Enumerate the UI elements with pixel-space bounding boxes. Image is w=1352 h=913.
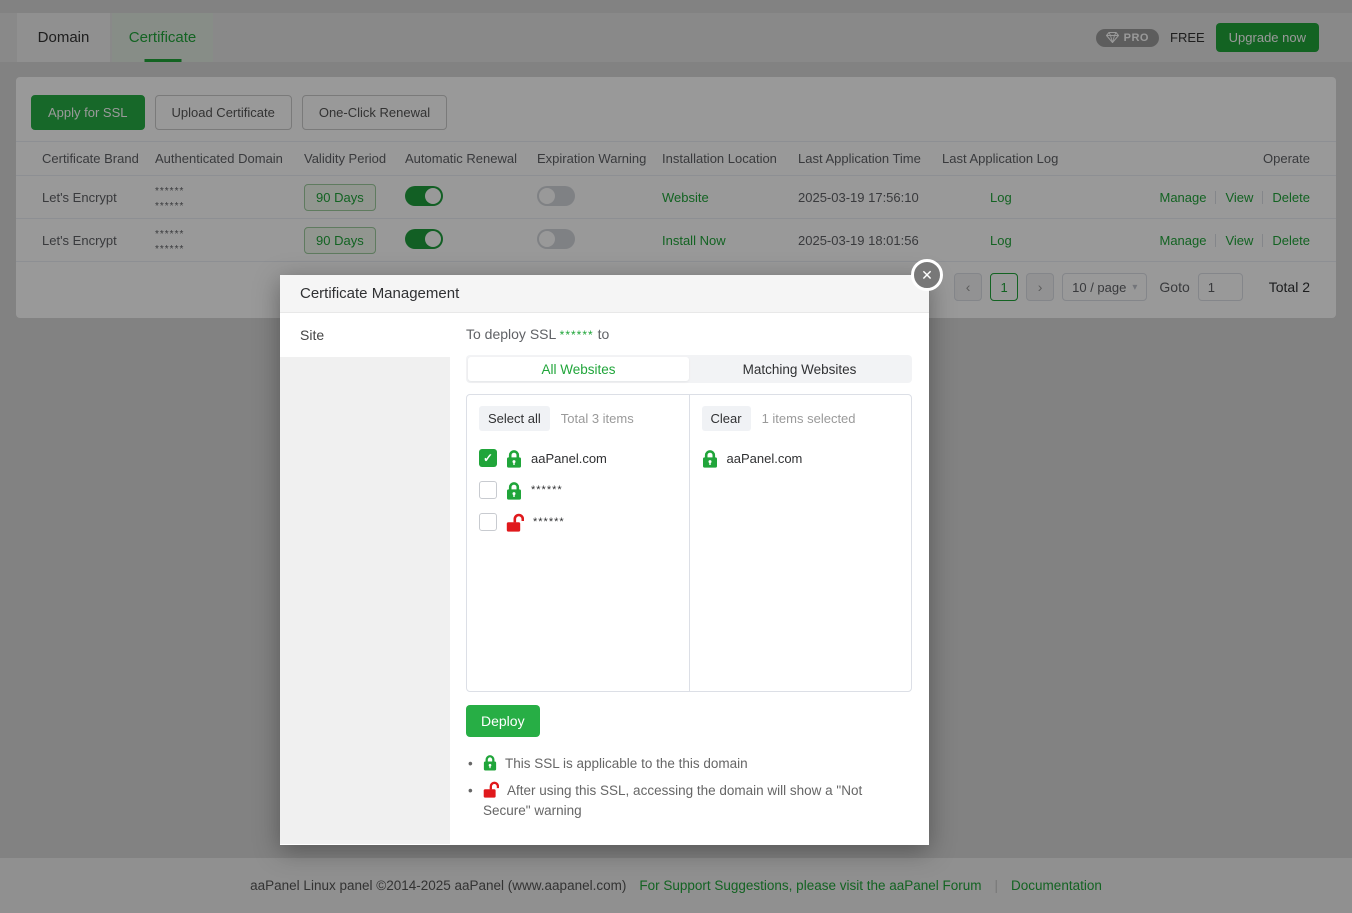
modal-sidebar: Site: [280, 313, 450, 844]
checkbox-checked[interactable]: [479, 449, 497, 467]
website-transfer-list: Select all Total 3 items aaPanel.com: [466, 394, 912, 692]
selected-items: aaPanel.com: [702, 447, 900, 469]
website-label-masked: ******: [531, 484, 563, 496]
deploy-target-line: To deploy SSL ****** to: [466, 326, 912, 342]
modal-body: Site To deploy SSL ****** to All Website…: [280, 313, 929, 844]
select-all-button[interactable]: Select all: [479, 406, 550, 431]
sidebar-item-site[interactable]: Site: [280, 313, 450, 357]
list-item[interactable]: ******: [479, 511, 677, 533]
tab-matching-websites[interactable]: Matching Websites: [689, 357, 910, 381]
modal-title: Certificate Management: [300, 285, 459, 302]
aapanel-app: Domain Certificate PRO FREE Upgrade now …: [0, 0, 1352, 913]
deploy-suffix: to: [598, 326, 610, 342]
available-websites-panel: Select all Total 3 items aaPanel.com: [467, 395, 690, 691]
website-label: aaPanel.com: [727, 451, 803, 466]
list-item[interactable]: ******: [479, 479, 677, 501]
website-filter-tabs: All Websites Matching Websites: [466, 355, 912, 383]
deploy-cert-masked: ******: [560, 328, 594, 342]
total-items-label: Total 3 items: [561, 411, 634, 426]
modal-header: Certificate Management: [280, 275, 929, 313]
tab-matching-websites-label: Matching Websites: [743, 362, 857, 377]
selected-items-label: 1 items selected: [762, 411, 856, 426]
legend-item-not-secure: After using this SSL, accessing the doma…: [466, 781, 903, 821]
lock-closed-icon: [483, 754, 497, 771]
selected-websites-panel: Clear 1 items selected aaPanel.com: [690, 395, 912, 691]
checkbox-unchecked[interactable]: [479, 513, 497, 531]
selected-panel-header: Clear 1 items selected: [702, 406, 900, 431]
legend-item-secure: This SSL is applicable to the this domai…: [466, 754, 903, 774]
website-label: aaPanel.com: [531, 451, 607, 466]
available-items: aaPanel.com ******: [479, 447, 677, 533]
deploy-prefix: To deploy SSL: [466, 326, 556, 342]
list-item[interactable]: aaPanel.com: [479, 447, 677, 469]
lock-closed-icon: [506, 481, 522, 500]
legend-text: After using this SSL, accessing the doma…: [483, 783, 862, 818]
legend-text: This SSL is applicable to the this domai…: [505, 756, 748, 771]
lock-closed-icon: [506, 449, 522, 468]
sidebar-item-label: Site: [300, 327, 324, 343]
lock-legend: This SSL is applicable to the this domai…: [466, 754, 903, 821]
list-item[interactable]: aaPanel.com: [702, 447, 900, 469]
deploy-button[interactable]: Deploy: [466, 705, 540, 737]
website-label-masked: ******: [533, 516, 565, 528]
tab-all-websites-label: All Websites: [541, 362, 615, 377]
lock-closed-icon: [702, 449, 718, 468]
close-icon[interactable]: ✕: [911, 259, 943, 291]
available-panel-header: Select all Total 3 items: [479, 406, 677, 431]
lock-open-icon: [483, 781, 499, 798]
checkbox-unchecked[interactable]: [479, 481, 497, 499]
tab-all-websites[interactable]: All Websites: [468, 357, 689, 381]
certificate-management-modal: ✕ Certificate Management Site To deploy …: [280, 275, 929, 845]
lock-open-icon: [506, 513, 524, 532]
modal-content: To deploy SSL ****** to All Websites Mat…: [450, 313, 929, 844]
clear-button[interactable]: Clear: [702, 406, 751, 431]
